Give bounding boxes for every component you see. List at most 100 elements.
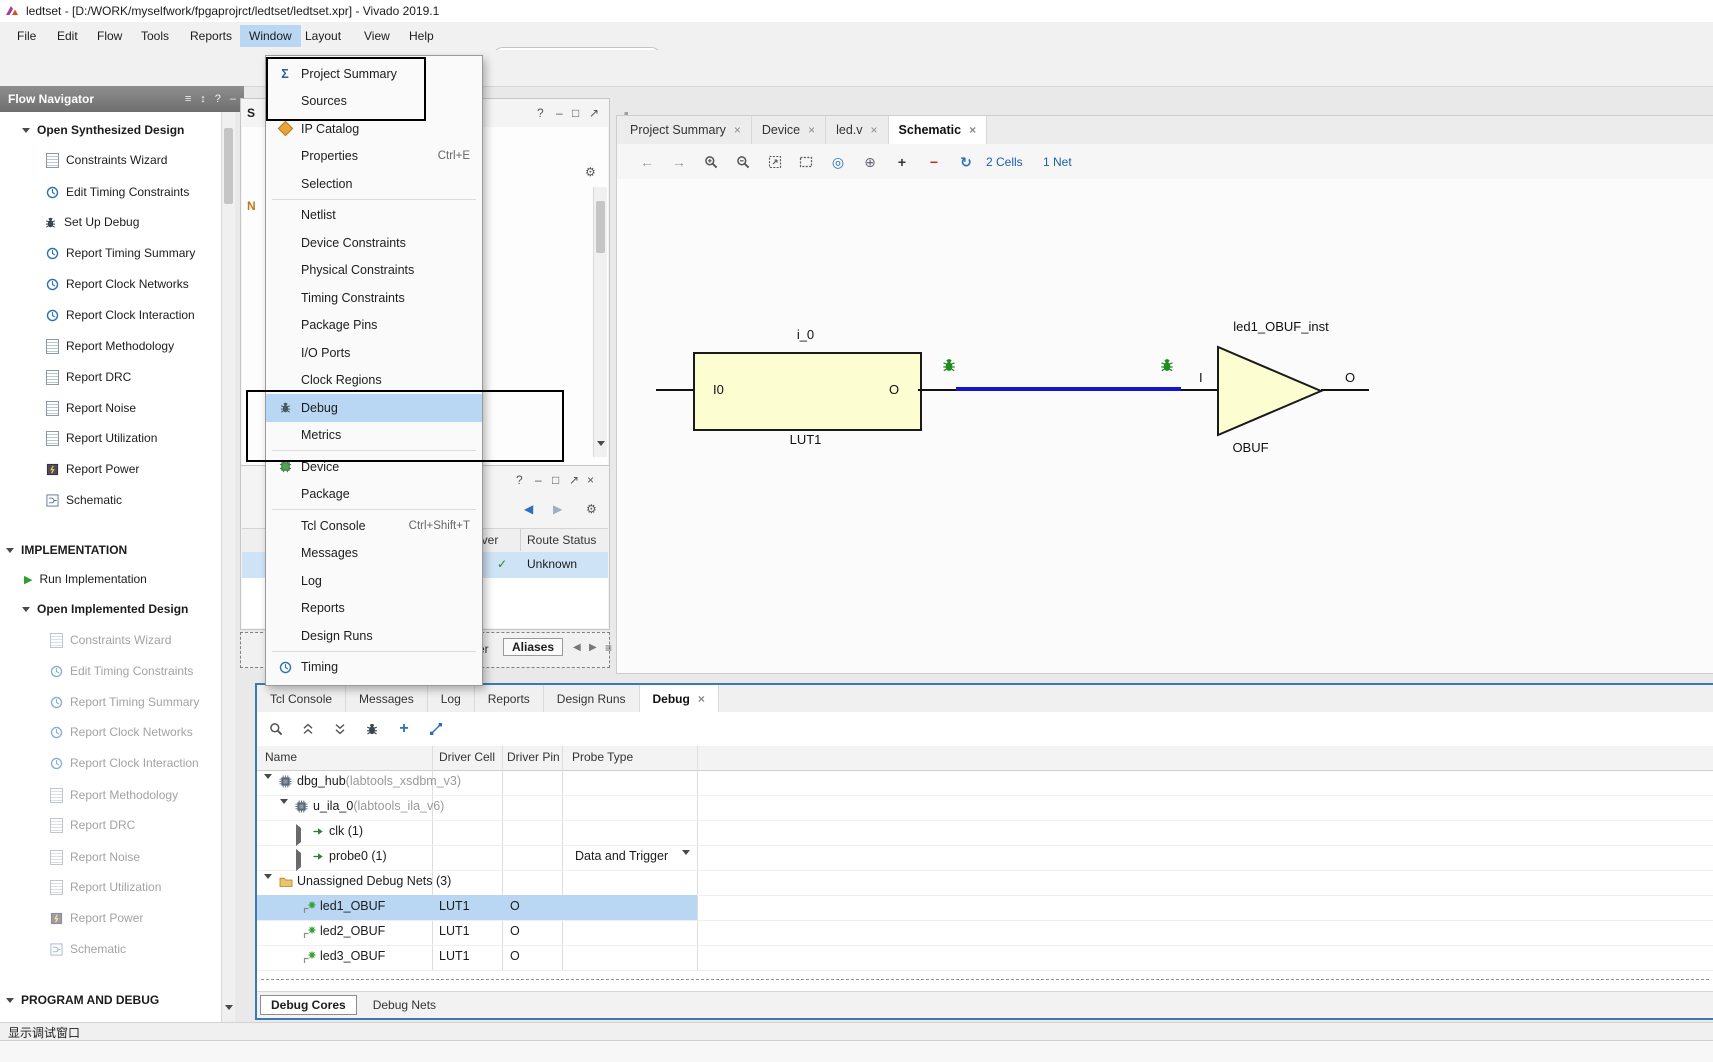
menu-item-log[interactable]: Log (266, 567, 482, 595)
menu-reports[interactable]: Reports (183, 25, 239, 47)
lut1-cell[interactable] (693, 352, 922, 431)
sidebar-item-report-methodology-impl[interactable]: Report Methodology (50, 785, 178, 805)
back-icon[interactable]: ← (635, 151, 659, 173)
tab-reports[interactable]: Reports (475, 685, 544, 712)
column-driver-pin[interactable]: Driver Pin (507, 750, 560, 764)
chevron-down-icon[interactable] (6, 997, 14, 1003)
locate-icon[interactable]: ◎ (826, 151, 850, 173)
menu-file[interactable]: File (10, 25, 43, 47)
tab-log[interactable]: Log (428, 685, 475, 712)
sidebar-item-constraints-wizard[interactable]: Constraints Wizard (46, 150, 167, 170)
menu-item-tcl-console[interactable]: Tcl Console Ctrl+Shift+T (266, 512, 482, 540)
menu-item-io-ports[interactable]: I/O Ports (266, 339, 482, 367)
back-arrow-icon[interactable]: ◀ (524, 502, 533, 516)
zoom-in-icon[interactable] (699, 151, 723, 173)
connect-nets-icon[interactable] (425, 718, 447, 740)
scrollbar-thumb[interactable] (596, 201, 605, 253)
cells-count[interactable]: 2 Cells (986, 155, 1023, 169)
debug-probe-marker-icon[interactable] (1159, 357, 1175, 373)
bug-icon[interactable] (361, 718, 383, 740)
add-probe-icon[interactable]: + (393, 718, 415, 740)
sidebar-item-constraints-wizard-impl[interactable]: Constraints Wizard (50, 630, 171, 650)
sidebar-item-report-utilization[interactable]: Report Utilization (46, 428, 157, 448)
minimize-icon[interactable]: – (230, 93, 236, 105)
collapse-all-icon[interactable] (297, 718, 319, 740)
zoom-fit-icon[interactable] (763, 151, 787, 173)
autofit-icon[interactable]: ⊕ (858, 151, 882, 173)
chevron-down-icon[interactable] (280, 799, 288, 818)
menu-item-device-constraints[interactable]: Device Constraints (266, 229, 482, 257)
tab-device[interactable]: Device × (752, 116, 827, 144)
gear-icon[interactable]: ⚙ (585, 165, 596, 179)
maximize-icon[interactable]: □ (572, 106, 579, 120)
menu-item-physical-constraints[interactable]: Physical Constraints (266, 257, 482, 285)
chevron-down-icon[interactable] (6, 547, 14, 553)
sidebar-item-report-drc-impl[interactable]: Report DRC (50, 815, 135, 835)
sidebar-item-report-utilization-impl[interactable]: Report Utilization (50, 877, 161, 897)
sidebar-item-report-timing-summary[interactable]: Report Timing Summary (46, 243, 195, 263)
sidebar-item-report-clock-networks-impl[interactable]: Report Clock Networks (50, 722, 193, 742)
close-icon[interactable]: × (734, 123, 741, 137)
menu-item-package-pins[interactable]: Package Pins (266, 312, 482, 340)
sidebar-item-report-clock-interaction[interactable]: Report Clock Interaction (46, 305, 195, 325)
menu-edit[interactable]: Edit (50, 25, 85, 47)
chevron-down-icon[interactable] (264, 874, 272, 893)
panel-scrollbar[interactable] (593, 187, 607, 460)
chevron-right-icon[interactable] (296, 824, 301, 846)
row-led3-obuf[interactable]: led3_OBUF LUT1 O (257, 945, 1713, 971)
collapse-cone-icon[interactable]: − (922, 151, 946, 173)
sidebar-item-edit-timing-constraints-impl[interactable]: Edit Timing Constraints (50, 661, 193, 681)
expand-cone-icon[interactable]: + (890, 151, 914, 173)
sidebar-item-schematic-impl[interactable]: Schematic (50, 939, 126, 959)
menu-item-package[interactable]: Package (266, 481, 482, 509)
close-icon[interactable]: × (698, 692, 705, 706)
minimize-icon[interactable]: – (535, 473, 542, 487)
sidebar-item-open-synthesized-design[interactable]: Open Synthesized Design (22, 120, 184, 140)
menu-item-design-runs[interactable]: Design Runs (266, 622, 482, 650)
sidebar-item-report-noise[interactable]: Report Noise (46, 398, 136, 418)
chevron-down-icon[interactable] (264, 774, 272, 793)
tab-aliases[interactable]: Aliases (503, 638, 564, 656)
tab-project-summary[interactable]: Project Summary × (620, 116, 752, 144)
column-driver-cell[interactable]: Driver Cell (439, 750, 495, 764)
menu-tools[interactable]: Tools (134, 25, 176, 47)
sidebar-item-report-clock-networks[interactable]: Report Clock Networks (46, 274, 189, 294)
help-icon[interactable]: ? (215, 93, 221, 105)
menu-window[interactable]: Window (240, 25, 301, 47)
tab-schematic[interactable]: Schematic × (888, 116, 988, 144)
sidebar-scrollbar[interactable] (221, 112, 235, 1024)
sidebar-item-report-noise-impl[interactable]: Report Noise (50, 847, 140, 867)
row-led2-obuf[interactable]: led2_OBUF LUT1 O (257, 920, 1713, 946)
schematic-canvas[interactable]: i_0 I0 O LUT1 led1_OBUF_inst I O OBUF (617, 179, 1713, 673)
sidebar-item-report-power[interactable]: Report Power (46, 459, 139, 479)
close-icon[interactable]: × (587, 473, 594, 487)
sidebar-item-report-methodology[interactable]: Report Methodology (46, 336, 174, 356)
menu-item-selection[interactable]: Selection (266, 170, 482, 198)
expand-all-icon[interactable] (329, 718, 351, 740)
row-unassigned-nets[interactable]: Unassigned Debug Nets (3) (257, 870, 1713, 896)
sidebar-item-report-timing-summary-impl[interactable]: Report Timing Summary (50, 692, 199, 712)
tab-messages[interactable]: Messages (346, 685, 428, 712)
sidebar-item-set-up-debug[interactable]: Set Up Debug (44, 212, 139, 232)
sidebar-item-edit-timing-constraints[interactable]: Edit Timing Constraints (46, 182, 189, 202)
row-led1-obuf[interactable]: led1_OBUF LUT1 O (257, 895, 1713, 921)
close-icon[interactable]: × (808, 123, 815, 137)
tab-tcl-console[interactable]: Tcl Console (257, 685, 347, 712)
sidebar-item-report-clock-interaction-impl[interactable]: Report Clock Interaction (50, 753, 199, 773)
float-icon[interactable]: ↗ (589, 106, 599, 120)
menu-item-reports[interactable]: Reports (266, 595, 482, 623)
scroll-left-icon[interactable]: ◀ (573, 642, 581, 653)
options-icon[interactable]: ≡ (185, 93, 191, 105)
chevron-down-icon[interactable] (682, 850, 690, 869)
sidebar-item-open-implemented-design[interactable]: Open Implemented Design (22, 599, 188, 619)
close-icon[interactable]: × (871, 123, 878, 137)
sidebar-section-implementation[interactable]: IMPLEMENTATION (6, 540, 127, 560)
chevron-down-icon[interactable] (22, 606, 30, 612)
row-clk[interactable]: clk (1) (257, 820, 1713, 846)
maximize-icon[interactable]: □ (552, 473, 559, 487)
chevron-right-icon[interactable] (296, 849, 301, 871)
tab-design-runs[interactable]: Design Runs (544, 685, 640, 712)
tab-led-v[interactable]: led.v × (826, 116, 889, 144)
help-icon[interactable]: ? (537, 106, 544, 120)
sidebar-item-report-drc[interactable]: Report DRC (46, 367, 131, 387)
